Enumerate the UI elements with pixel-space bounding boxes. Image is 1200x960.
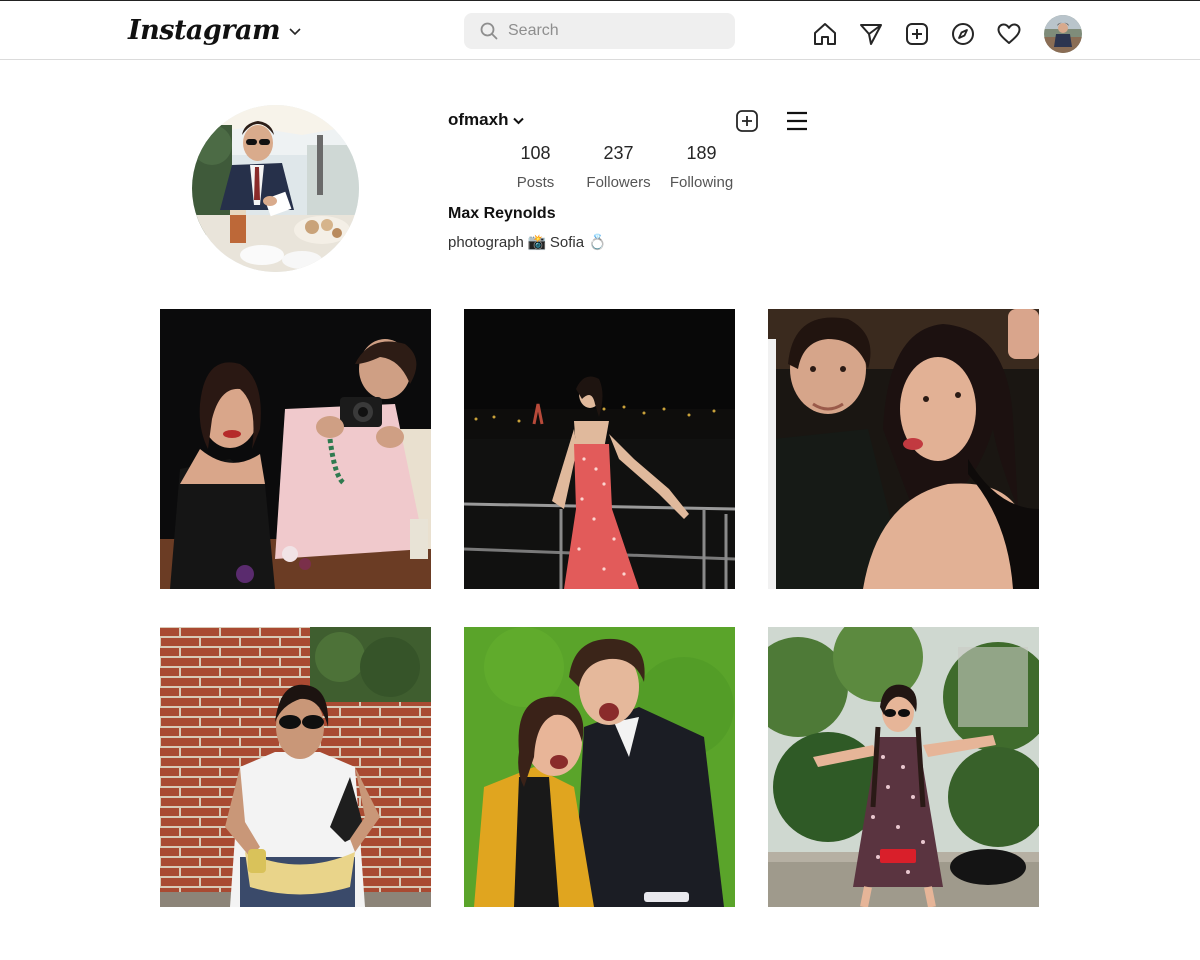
chevron-down-icon (513, 117, 525, 124)
followers-label: Followers (586, 174, 651, 191)
profile-picture[interactable] (192, 105, 359, 272)
create-button[interactable] (734, 108, 760, 134)
post-image (768, 627, 1039, 907)
post-thumbnail-6[interactable] (768, 627, 1039, 907)
ring-emoji: 💍 (588, 234, 607, 251)
profile-stats: 108 Posts 237 Followers 189 Following (494, 142, 743, 193)
profile-username: ofmaxh (448, 110, 509, 129)
stat-following[interactable]: 189 Following (660, 142, 743, 193)
logo-text: Instagram (128, 15, 281, 46)
home-button[interactable] (812, 21, 838, 47)
post-image (464, 627, 735, 907)
following-label: Following (669, 174, 734, 191)
direct-message-icon (860, 24, 882, 45)
bio-text-photograph: photograph (448, 233, 524, 251)
post-image (160, 627, 431, 907)
stat-posts[interactable]: 108 Posts (494, 142, 577, 193)
post-image (768, 309, 1039, 589)
explore-button[interactable] (950, 21, 976, 47)
profile-avatar-button[interactable] (1044, 15, 1082, 53)
top-navigation-bar: Instagram (0, 0, 1200, 60)
new-post-icon (736, 110, 758, 132)
chevron-down-icon (289, 28, 301, 36)
following-count: 189 (686, 143, 717, 163)
post-thumbnail-4[interactable] (160, 627, 431, 907)
search-input[interactable] (508, 22, 718, 40)
profile-full-name: Max Reynolds (448, 205, 556, 222)
explore-icon (952, 23, 974, 45)
post-thumbnail-1[interactable] (160, 309, 431, 589)
post-thumbnail-5[interactable] (464, 627, 735, 907)
avatar (1044, 15, 1082, 53)
menu-button[interactable] (784, 108, 810, 134)
activity-heart-icon (997, 23, 1021, 44)
followers-count: 237 (603, 143, 634, 163)
bio-text-sofia: Sofia (549, 233, 585, 251)
profile-photo (192, 105, 359, 272)
post-image (464, 309, 735, 589)
posts-count: 108 (520, 143, 551, 163)
camera-flash-emoji: 📸 (527, 234, 547, 251)
stat-followers[interactable]: 237 Followers (577, 142, 660, 193)
search-bar[interactable] (464, 13, 735, 49)
posts-grid (160, 309, 1040, 907)
profile-bio: photograph 📸 Sofia 💍 (448, 233, 607, 252)
home-icon (814, 23, 836, 45)
search-icon (480, 22, 498, 40)
new-post-button[interactable] (904, 21, 930, 47)
post-thumbnail-3[interactable] (768, 309, 1039, 589)
post-image (160, 309, 431, 589)
direct-messages-button[interactable] (858, 21, 884, 47)
instagram-logo[interactable]: Instagram (128, 15, 302, 47)
hamburger-menu-icon (787, 111, 807, 131)
posts-label: Posts (516, 174, 555, 191)
username-dropdown[interactable]: ofmaxh (448, 110, 525, 130)
post-thumbnail-2[interactable] (464, 309, 735, 589)
activity-button[interactable] (996, 21, 1022, 47)
new-post-icon (906, 23, 928, 45)
